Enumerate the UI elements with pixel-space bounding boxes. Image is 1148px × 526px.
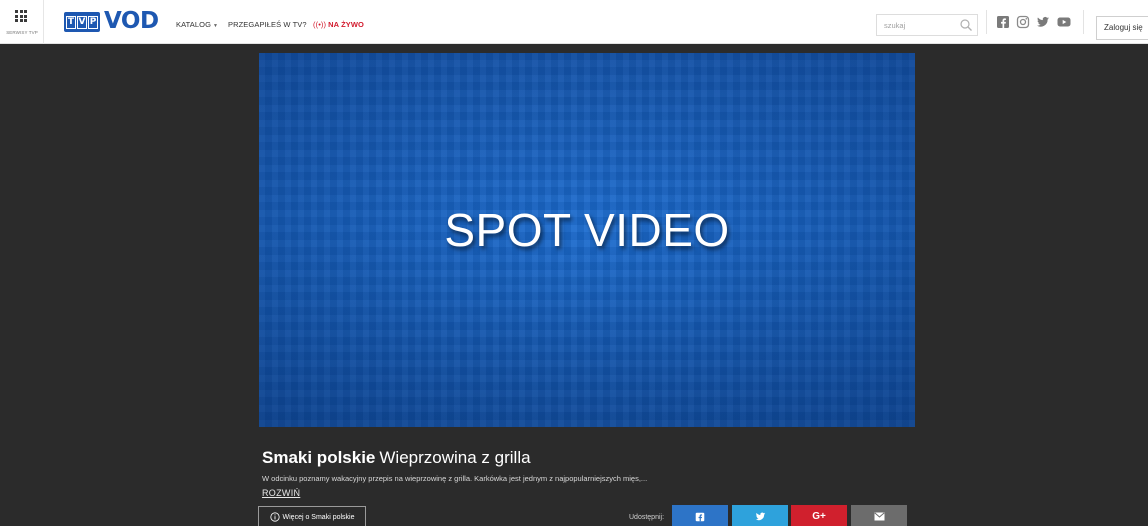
services-label: SERWISY TVP bbox=[6, 30, 38, 35]
facebook-icon bbox=[695, 512, 705, 521]
divider bbox=[1083, 10, 1084, 34]
video-overlay-text: SPOT VIDEO bbox=[444, 204, 730, 256]
live-broadcast-icon: ((•)) bbox=[313, 20, 327, 29]
nav-przegapiles[interactable]: PRZEGAPIŁEŚ W TV? bbox=[228, 20, 307, 29]
share-facebook-button[interactable] bbox=[672, 505, 728, 526]
twitter-icon bbox=[755, 512, 765, 521]
services-menu-button[interactable]: SERWISY TVP bbox=[0, 0, 44, 44]
share-label: Udostępnij: bbox=[629, 514, 665, 521]
tvp-letter-t: T bbox=[66, 15, 76, 29]
login-button[interactable]: Zaloguj się bbox=[1096, 16, 1148, 40]
twitter-icon[interactable] bbox=[1036, 15, 1050, 29]
caret-down-icon: ▼ bbox=[213, 23, 219, 29]
series-name: Smaki polskie bbox=[262, 448, 376, 467]
info-icon bbox=[269, 512, 280, 522]
search-box bbox=[876, 14, 978, 36]
nav-live-label: NA ŻYWO bbox=[328, 20, 364, 29]
share-email-button[interactable] bbox=[851, 505, 907, 526]
episode-description: W odcinku poznamy wakacyjny przepis na w… bbox=[262, 474, 648, 483]
share-google-plus-button[interactable]: G+ bbox=[791, 505, 847, 526]
more-about-series-label: Więcej o Smaki polskie bbox=[282, 513, 355, 521]
nav-katalog[interactable]: KATALOG ▼ bbox=[176, 20, 218, 29]
envelope-icon bbox=[873, 512, 885, 521]
share-twitter-button[interactable] bbox=[732, 505, 788, 526]
youtube-icon[interactable] bbox=[1057, 15, 1071, 29]
tvp-vod-logo[interactable]: T V P VOD bbox=[64, 8, 160, 34]
nav-live[interactable]: ((•)) NA ŻYWO bbox=[313, 20, 364, 29]
tvp-letter-v: V bbox=[77, 15, 87, 29]
vod-logo-text: VOD bbox=[104, 8, 159, 34]
top-navigation-bar: SERWISY TVP T V P VOD KATALOG ▼ PRZEGAPIŁ… bbox=[0, 0, 1148, 44]
episode-name: Wieprzowina z grilla bbox=[379, 448, 531, 467]
search-icon[interactable] bbox=[959, 18, 973, 32]
tvp-letter-p: P bbox=[88, 15, 98, 29]
tvp-logo-box: T V P bbox=[64, 12, 100, 32]
facebook-icon[interactable] bbox=[996, 15, 1010, 29]
video-player[interactable]: SPOT VIDEO bbox=[259, 53, 915, 427]
episode-title: Smaki polskie Wieprzowina z grilla bbox=[262, 448, 531, 468]
instagram-icon[interactable] bbox=[1016, 15, 1030, 29]
expand-link[interactable]: ROZWIŃ bbox=[262, 488, 300, 498]
nav-katalog-label: KATALOG bbox=[176, 20, 212, 29]
apps-grid-icon bbox=[15, 10, 27, 22]
more-about-series-button[interactable]: Więcej o Smaki polskie bbox=[258, 506, 366, 526]
search-input[interactable] bbox=[877, 15, 957, 35]
divider bbox=[986, 10, 987, 34]
